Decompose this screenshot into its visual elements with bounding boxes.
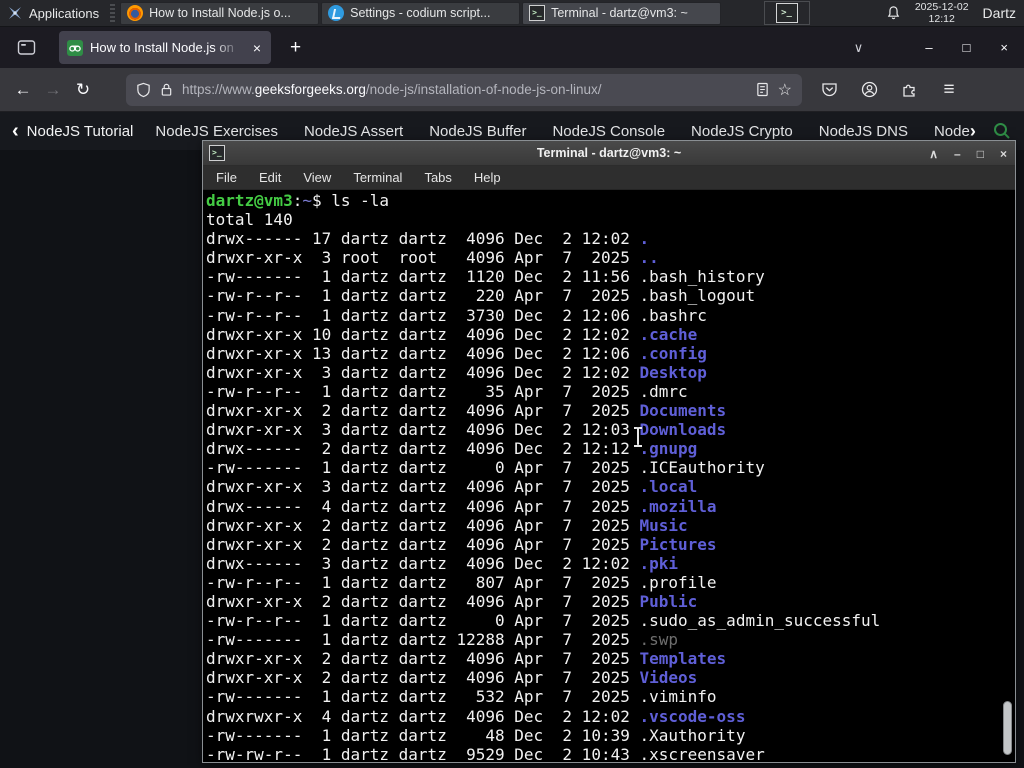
- tab-title: How to Install Node.js on: [90, 40, 234, 55]
- terminal-body[interactable]: dartz@vm3:~$ ls -la total 140 drwx------ 1…: [203, 190, 1015, 761]
- lock-icon[interactable]: [160, 82, 173, 97]
- nav-item-truncated[interactable]: Node: [934, 123, 970, 140]
- clock-time: 12:12: [928, 13, 955, 25]
- bookmark-star-icon[interactable]: ☆: [778, 80, 792, 100]
- nav-scroll-right-icon[interactable]: ›: [970, 121, 976, 142]
- nav-item[interactable]: NodeJS Console: [552, 123, 665, 140]
- url-domain: geeksforgeeks.org: [254, 82, 366, 97]
- back-button[interactable]: ←: [8, 80, 38, 100]
- panel-clock[interactable]: 2025-12-02 12:12: [915, 1, 969, 25]
- nav-item-tutorial[interactable]: NodeJS Tutorial: [27, 123, 134, 140]
- terminal-menu-item[interactable]: Help: [463, 170, 512, 185]
- window-icon: [328, 5, 345, 21]
- panel-handle: [110, 4, 116, 22]
- window-icon: [127, 5, 144, 21]
- workspace-terminal-thumbnail: [776, 3, 799, 23]
- taskbar-window-button[interactable]: Terminal - dartz@vm3: ~: [522, 1, 722, 25]
- terminal-titlebar[interactable]: Terminal - dartz@vm3: ~ ∧ – □ ×: [203, 141, 1015, 166]
- applications-icon: [7, 5, 23, 21]
- terminal-window: Terminal - dartz@vm3: ~ ∧ – □ × File Edi…: [202, 140, 1016, 763]
- list-all-tabs-icon[interactable]: ∨: [854, 40, 864, 56]
- nav-item[interactable]: NodeJS Exercises: [155, 123, 278, 140]
- window-buttons: How to Install Node.js o... Settings - c…: [119, 1, 722, 25]
- search-icon[interactable]: [992, 121, 1012, 141]
- taskbar-window-button[interactable]: Settings - codium script...: [321, 1, 521, 25]
- terminal-menu-item[interactable]: Edit: [248, 170, 292, 185]
- terminal-output: dartz@vm3:~$ ls -la total 140 drwx------ 1…: [206, 191, 881, 761]
- tab-close-icon[interactable]: ×: [251, 41, 263, 55]
- nav-items: NodeJS Exercises NodeJS Assert NodeJS Bu…: [155, 123, 908, 140]
- terminal-close-button[interactable]: ×: [1000, 147, 1007, 161]
- extensions-icon[interactable]: [896, 82, 922, 98]
- terminal-menu-item[interactable]: Terminal: [342, 170, 413, 185]
- mouse-ibeam-cursor: [632, 427, 645, 447]
- browser-maximize-button[interactable]: □: [963, 40, 971, 55]
- terminal-title: Terminal - dartz@vm3: ~: [536, 146, 682, 160]
- applications-label: Applications: [29, 5, 100, 21]
- reload-button[interactable]: ↻: [68, 80, 98, 100]
- url-bar[interactable]: https://www.geeksforgeeks.org/node-js/in…: [126, 73, 802, 106]
- pocket-icon[interactable]: [816, 81, 842, 98]
- terminal-shade-button[interactable]: ∧: [929, 147, 938, 161]
- terminal-scrollbar-thumb[interactable]: [1003, 701, 1012, 755]
- nav-item[interactable]: NodeJS Assert: [304, 123, 403, 140]
- window-icon: [529, 5, 546, 21]
- firefox-tab-bar: How to Install Node.js on × + ∨ – □ ×: [0, 27, 1024, 68]
- taskbar-window-button[interactable]: How to Install Node.js o...: [120, 1, 320, 25]
- clock-date: 2025-12-02: [914, 1, 969, 13]
- menu-icon[interactable]: ≡: [936, 79, 962, 101]
- nav-scroll-left-icon[interactable]: ‹: [12, 121, 19, 141]
- window-button-label: How to Install Node.js o...: [149, 6, 291, 20]
- nav-item[interactable]: NodeJS DNS: [819, 123, 908, 140]
- window-button-label: Settings - codium script...: [350, 6, 491, 20]
- workspace-switcher[interactable]: [764, 1, 811, 25]
- terminal-minimize-button[interactable]: –: [954, 147, 961, 161]
- firefox-toolbar: ← → ↻ https://www.geeksforgeeks.org/node…: [0, 68, 1024, 112]
- url-text[interactable]: https://www.geeksforgeeks.org/node-js/in…: [182, 82, 747, 97]
- window-button-label: Terminal - dartz@vm3: ~: [551, 6, 688, 20]
- notifications-bell-icon[interactable]: [886, 5, 901, 21]
- terminal-menu-item[interactable]: Tabs: [413, 170, 462, 185]
- terminal-icon: [209, 145, 225, 161]
- terminal-maximize-button[interactable]: □: [977, 147, 984, 161]
- browser-close-button[interactable]: ×: [1000, 40, 1008, 55]
- nav-item[interactable]: NodeJS Crypto: [691, 123, 793, 140]
- url-scheme: https://www.: [182, 82, 255, 97]
- firefox-view-icon[interactable]: [13, 35, 39, 61]
- terminal-menu-item[interactable]: View: [292, 170, 342, 185]
- gfg-favicon: [67, 39, 83, 56]
- desktop: Applications How to Install Node.js o...…: [0, 0, 1024, 768]
- url-path: /node-js/installation-of-node-js-on-linu…: [365, 82, 602, 97]
- account-icon[interactable]: [856, 81, 882, 98]
- terminal-menu-item[interactable]: File: [205, 170, 248, 185]
- terminal-menubar: File Edit View Terminal Tabs Help: [203, 166, 1015, 190]
- top-panel: Applications How to Install Node.js o...…: [0, 0, 1024, 27]
- tracking-shield-icon[interactable]: [136, 82, 151, 98]
- browser-tab[interactable]: How to Install Node.js on ×: [59, 31, 271, 64]
- reader-mode-icon[interactable]: [756, 82, 769, 97]
- new-tab-button[interactable]: +: [284, 37, 307, 59]
- nav-item[interactable]: NodeJS Buffer: [429, 123, 526, 140]
- panel-username: Dartz: [982, 5, 1016, 21]
- forward-button[interactable]: →: [38, 80, 68, 100]
- applications-menu[interactable]: Applications: [0, 0, 106, 26]
- browser-minimize-button[interactable]: –: [925, 40, 932, 55]
